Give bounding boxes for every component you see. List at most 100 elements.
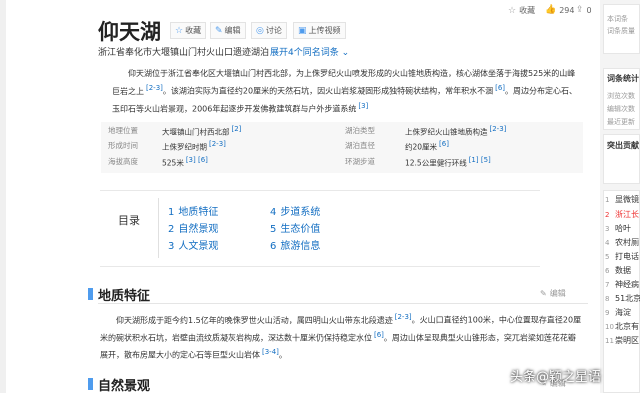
info-value-text: 上侏罗纪火山锥地质构造	[405, 127, 488, 137]
hot-rank: 9	[605, 309, 610, 317]
hot-label: 哈叶	[615, 224, 631, 233]
hot-rank: 2	[605, 211, 610, 219]
favorite-button[interactable]: ☆ 收藏	[508, 5, 535, 16]
watermark: 头条@颖之星语	[510, 370, 602, 385]
hot-label: 北京有	[615, 322, 639, 331]
expand-homonyms-link[interactable]: 展开4个同名词条 ⌄	[270, 45, 349, 58]
toc-item[interactable]: 6 旅游信息	[270, 237, 320, 252]
info-value: 大堰镇山门村西北部 [2]	[162, 125, 241, 138]
section1-paragraph: 仰天湖形成于距今约1.5亿年的晚侏罗世火山活动，属四明山火山带东北段遗迹 [2-3…	[100, 310, 582, 363]
hot-rank: 11	[605, 337, 614, 345]
hot-list-item[interactable]: 8 51北京	[605, 293, 640, 304]
info-value-text: 525米	[162, 158, 184, 168]
star-icon: ☆	[175, 25, 184, 36]
toc-label-text: 生态价值	[280, 224, 321, 235]
toc-item[interactable]: 3 人文景观	[168, 237, 218, 252]
info-key: 湖泊类型	[345, 126, 375, 135]
collect-label: 收藏	[185, 26, 202, 35]
citation[interactable]: [6]	[495, 84, 505, 92]
pencil-icon: ✎	[540, 289, 547, 298]
info-key: 形成时间	[108, 141, 138, 150]
info-value: 525米 [3] [6]	[162, 156, 208, 169]
hot-list-item[interactable]: 10北京有	[605, 321, 639, 332]
citation[interactable]: [2]	[232, 125, 242, 133]
article-main: 仰天湖 ☆ 收藏 ✎ 编辑 ◎ 讨论 ▣ 上传视频 ☆ 收藏 👍 294 ⇪ 0 浙江省奉化市…	[0, 0, 600, 393]
citation[interactable]: [2-3]	[146, 84, 163, 92]
section-edit-button[interactable]: ✎ 编辑	[540, 288, 566, 299]
hot-list-item[interactable]: 4 农村厕	[605, 237, 639, 248]
hot-list-item[interactable]: 3 哈叶	[605, 223, 631, 234]
page-title: 仰天湖	[98, 20, 161, 44]
like-button[interactable]: 👍 294	[545, 5, 575, 15]
toc-num: 3	[168, 241, 175, 252]
info-value-text: 12.5公里健行环线	[405, 158, 467, 168]
section-marker	[88, 288, 93, 300]
discuss-button[interactable]: ◎ 讨论	[251, 22, 287, 39]
toc-num: 2	[168, 224, 175, 235]
hot-label: 农村厕	[615, 238, 639, 247]
hot-rank: 4	[605, 239, 610, 247]
info-value-text: 约20厘米	[405, 142, 438, 152]
share-icon: ⇪	[576, 5, 584, 15]
citation[interactable]: [3]	[358, 102, 368, 110]
info-key: 地理位置	[108, 126, 138, 135]
left-gutter	[0, 0, 6, 393]
hot-rank: 6	[605, 267, 610, 275]
citation[interactable]: [3-4]	[262, 348, 279, 356]
toc-label-text: 自然景观	[178, 224, 219, 235]
hot-list-item[interactable]: 6 数据	[605, 265, 631, 276]
toc-label: 目录	[118, 214, 140, 227]
like-count: 294	[559, 5, 575, 15]
toc-num: 4	[270, 207, 277, 218]
info-value: 约20厘米 [6]	[405, 140, 449, 153]
hot-list-item[interactable]: 9 海淀	[605, 307, 631, 318]
hot-label: 打电话	[615, 252, 639, 261]
discuss-label: 讨论	[265, 26, 282, 35]
upload-video-button[interactable]: ▣ 上传视频	[293, 22, 346, 39]
citation[interactable]: [3] [6]	[186, 156, 208, 164]
contrib-heading: 突出贡献	[607, 141, 639, 150]
info-value: 12.5公里健行环线 [1] [5]	[405, 156, 491, 169]
edit-label: 编辑	[224, 26, 241, 35]
toc-item[interactable]: 5 生态价值	[270, 220, 320, 235]
info-value-text: 大堰镇山门村西北部	[162, 127, 230, 137]
share-button[interactable]: ⇪ 0	[576, 5, 592, 15]
hot-list-item[interactable]: 5 打电话	[605, 251, 639, 262]
stats-line: 浏览次数	[607, 92, 635, 100]
toc-item[interactable]: 4 步道系统	[270, 203, 320, 218]
hot-list-item[interactable]: 2 浙江长	[605, 209, 639, 220]
hot-list-item[interactable]: 7 神经病	[605, 279, 639, 290]
section1-text-1: 仰天湖形成于距今约1.5亿年的晚侏罗世火山活动，属四明山火山带东北段遗迹	[116, 315, 393, 325]
toc-num: 5	[270, 224, 277, 235]
hot-rank: 5	[605, 253, 610, 261]
star-outline-icon: ☆	[508, 5, 517, 16]
subtitle: 浙江省奉化市大堰镇山门村火山口遗迹湖泊	[98, 48, 270, 58]
citation[interactable]: [2-3]	[209, 140, 226, 148]
stats-line: 最近更新	[607, 118, 635, 126]
toc-label-text: 人文景观	[178, 241, 219, 252]
toc-num: 1	[168, 207, 175, 218]
toc-label-text: 地质特征	[178, 207, 219, 218]
citation[interactable]: [6]	[374, 331, 384, 339]
section1-text-end: 。	[278, 350, 287, 360]
citation[interactable]: [2-3]	[490, 125, 507, 133]
hot-list-item[interactable]: 1 显微镜	[605, 194, 639, 205]
citation[interactable]: [2-3]	[395, 313, 412, 321]
hot-label: 51北京	[615, 294, 640, 303]
intro-paragraph: 仰天湖位于浙江省奉化区大堰镇山门村西北部，为上侏罗纪火山喷发形成的火山锥地质构造…	[112, 67, 582, 116]
section-title: 自然景观	[98, 379, 151, 393]
hot-rank: 1	[605, 196, 610, 204]
hot-rank: 3	[605, 225, 610, 233]
hot-rank: 10	[605, 323, 614, 331]
chat-icon: ◎	[256, 25, 264, 36]
edit-button[interactable]: ✎ 编辑	[210, 22, 246, 39]
stats-heading: 词条统计	[607, 74, 639, 83]
collect-button[interactable]: ☆ 收藏	[170, 22, 207, 39]
toc-item[interactable]: 2 自然景观	[168, 220, 218, 235]
citation[interactable]: [6]	[439, 140, 449, 148]
hot-list-item[interactable]: 11崇明区	[605, 335, 639, 346]
hot-list-box	[603, 190, 640, 393]
toc-item[interactable]: 1 地质特征	[168, 203, 218, 218]
citation[interactable]: [1] [5]	[469, 156, 491, 164]
toc-divider	[158, 198, 159, 258]
